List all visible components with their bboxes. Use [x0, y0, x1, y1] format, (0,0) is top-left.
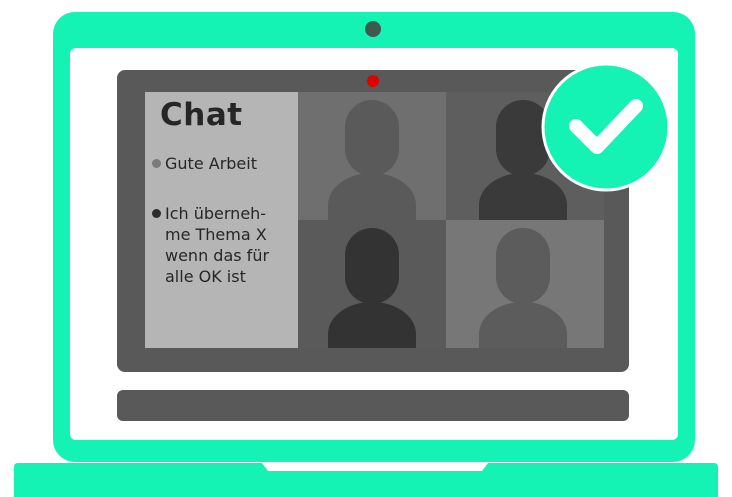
chat-message-text: Ich überneh- me Thema X wenn das für all…	[165, 204, 270, 286]
message-bullet-icon	[152, 159, 161, 168]
chat-message-text: Gute Arbeit	[165, 154, 257, 173]
laptop-illustration	[14, 12, 718, 497]
chat-title: Chat	[160, 97, 243, 133]
laptop-keyboard-deck	[117, 390, 629, 421]
camera-icon	[365, 21, 381, 37]
checkmark-icon	[541, 62, 671, 192]
chat-message: Ich überneh- me Thema X wenn das für all…	[152, 203, 269, 287]
recording-indicator-icon	[367, 75, 379, 87]
message-bullet-icon	[152, 209, 161, 218]
laptop-base	[14, 463, 718, 497]
chat-panel: Chat Gute Arbeit Ich überneh- me Thema X…	[145, 92, 298, 348]
chat-message: Gute Arbeit	[152, 153, 257, 174]
